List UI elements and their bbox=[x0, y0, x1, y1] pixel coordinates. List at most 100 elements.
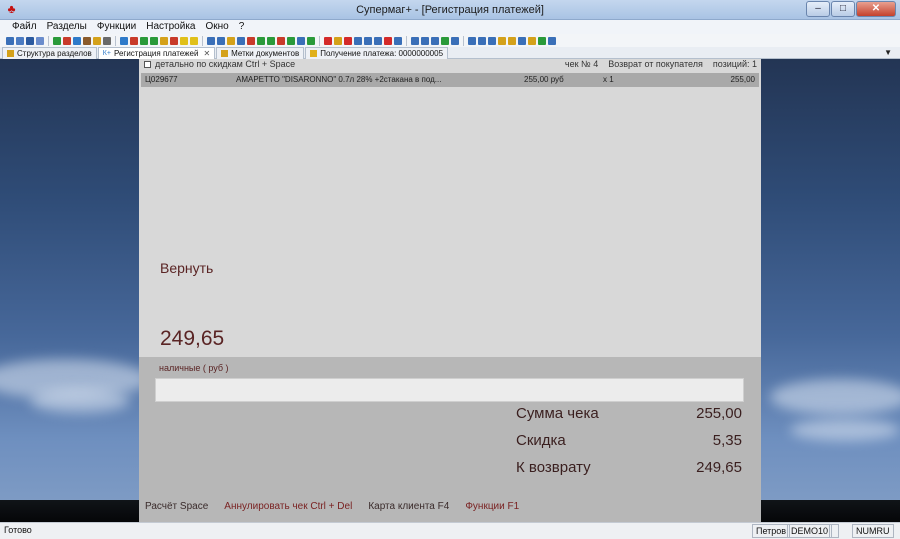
toolbar-button-icon[interactable] bbox=[83, 36, 91, 45]
toolbar-button-icon[interactable] bbox=[307, 36, 315, 45]
toolbar-button-icon[interactable] bbox=[93, 36, 101, 45]
toolbar-button-icon[interactable] bbox=[518, 36, 526, 45]
title-bar: ♣ Супермаг+ - [Регистрация платежей] – □… bbox=[0, 0, 900, 20]
maximize-button[interactable]: □ bbox=[831, 1, 855, 17]
hotkey-bar: Расчёт Space Аннулировать чек Ctrl + Del… bbox=[139, 499, 761, 515]
menu-functions[interactable]: Функции bbox=[93, 20, 140, 34]
discount-value: 5,35 bbox=[712, 432, 742, 449]
toolbar-button-icon[interactable] bbox=[364, 36, 372, 45]
item-price: 255,00 руб bbox=[524, 75, 564, 84]
toolbar-button-icon[interactable] bbox=[468, 36, 476, 45]
item-name: AMAPETTO "DISARONNO" 0.7л 28% +2стакана … bbox=[236, 75, 442, 84]
toolbar-button-icon[interactable] bbox=[36, 36, 44, 45]
toolbar-button-icon[interactable] bbox=[73, 36, 81, 45]
discount-detail-label[interactable]: детально по скидкам Ctrl + Space bbox=[155, 59, 295, 70]
toolbar-separator bbox=[202, 35, 203, 46]
tab-document-marks[interactable]: Метки документов bbox=[216, 47, 305, 59]
item-sum: 255,00 bbox=[730, 75, 755, 84]
payment-panel: детально по скидкам Ctrl + Space чек № 4… bbox=[139, 59, 761, 522]
toolbar-button-icon[interactable] bbox=[287, 36, 295, 45]
toolbar-button-icon[interactable] bbox=[374, 36, 382, 45]
marks-icon bbox=[221, 50, 229, 57]
toolbar-button-icon[interactable] bbox=[53, 36, 61, 45]
toolbar-button-icon[interactable] bbox=[26, 36, 34, 45]
toolbar-button-icon[interactable] bbox=[237, 36, 245, 45]
menu-settings[interactable]: Настройка bbox=[142, 20, 199, 34]
toolbar-button-icon[interactable] bbox=[160, 36, 168, 45]
minimize-button[interactable]: – bbox=[806, 1, 830, 17]
window-controls: – □ ✕ bbox=[806, 1, 896, 17]
toolbar-button-icon[interactable] bbox=[217, 36, 225, 45]
close-tab-icon[interactable]: ✕ bbox=[203, 48, 210, 59]
toolbar-button-icon[interactable] bbox=[207, 36, 215, 45]
toolbar-button-icon[interactable] bbox=[277, 36, 285, 45]
refund-label: К возврату bbox=[516, 459, 591, 476]
toolbar-button-icon[interactable] bbox=[508, 36, 516, 45]
receipt-item-row[interactable]: Ц029677 AMAPETTO "DISARONNO" 0.7л 28% +2… bbox=[141, 73, 759, 87]
toolbar-button-icon[interactable] bbox=[354, 36, 362, 45]
action-amount: 249,65 bbox=[160, 327, 225, 350]
toolbar-button-icon[interactable] bbox=[6, 36, 14, 45]
toolbar-button-icon[interactable] bbox=[190, 36, 198, 45]
toolbar-button-icon[interactable] bbox=[297, 36, 305, 45]
document-tabs: Структура разделов К+ Регистрация платеж… bbox=[0, 47, 900, 59]
toolbar-button-icon[interactable] bbox=[441, 36, 449, 45]
receipt-number: чек № 4 bbox=[564, 59, 599, 69]
toolbar-button-icon[interactable] bbox=[247, 36, 255, 45]
toolbar-button-icon[interactable] bbox=[498, 36, 506, 45]
functions-button[interactable]: Функции F1 bbox=[465, 499, 519, 515]
tab-payment-receipt[interactable]: Получение платежа: 0000000005 bbox=[305, 47, 449, 59]
toolbar-button-icon[interactable] bbox=[103, 36, 111, 45]
toolbar-button-icon[interactable] bbox=[548, 36, 556, 45]
payment-amount-input[interactable] bbox=[155, 378, 744, 402]
toolbar-button-icon[interactable] bbox=[63, 36, 71, 45]
toolbar-separator bbox=[319, 35, 320, 46]
toolbar-button-icon[interactable] bbox=[170, 36, 178, 45]
toolbar-button-icon[interactable] bbox=[334, 36, 342, 45]
toolbar-button-icon[interactable] bbox=[394, 36, 402, 45]
toolbar-button-icon[interactable] bbox=[180, 36, 188, 45]
folder-icon bbox=[7, 50, 14, 57]
tab-sections-structure[interactable]: Структура разделов bbox=[2, 47, 97, 59]
status-bar: Готово Петров DEMO10 NUMRU bbox=[0, 522, 900, 539]
menu-help[interactable]: ? bbox=[235, 20, 249, 34]
cancel-receipt-button[interactable]: Аннулировать чек Ctrl + Del bbox=[224, 499, 352, 515]
operation-type: Возврат от покупателя bbox=[608, 59, 703, 69]
menu-sections[interactable]: Разделы bbox=[43, 20, 91, 34]
close-button[interactable]: ✕ bbox=[856, 1, 896, 17]
payment-area: наличные ( руб ) Сумма чека 255,00 Скидк… bbox=[139, 357, 761, 522]
menu-window[interactable]: Окно bbox=[201, 20, 232, 34]
toolbar-button-icon[interactable] bbox=[257, 36, 265, 45]
toolbar-button-icon[interactable] bbox=[528, 36, 536, 45]
toolbar-button-icon[interactable] bbox=[324, 36, 332, 45]
toolbar-button-icon[interactable] bbox=[130, 36, 138, 45]
tabs-dropdown-icon[interactable]: ▼ bbox=[884, 47, 892, 58]
item-code: Ц029677 bbox=[145, 75, 178, 84]
status-user: Петров bbox=[752, 524, 791, 538]
menu-file[interactable]: Файл bbox=[8, 20, 41, 34]
client-card-button[interactable]: Карта клиента F4 bbox=[368, 499, 449, 515]
toolbar-button-icon[interactable] bbox=[16, 36, 24, 45]
toolbar-button-icon[interactable] bbox=[140, 36, 148, 45]
toolbar-button-icon[interactable] bbox=[411, 36, 419, 45]
tab-payment-registration[interactable]: К+ Регистрация платежей ✕ bbox=[97, 47, 216, 59]
status-keyboard: NUMRU bbox=[852, 524, 894, 538]
toolbar-button-icon[interactable] bbox=[227, 36, 235, 45]
toolbar-button-icon[interactable] bbox=[431, 36, 439, 45]
toolbar-separator bbox=[48, 35, 49, 46]
toolbar-button-icon[interactable] bbox=[150, 36, 158, 45]
calc-button[interactable]: Расчёт Space bbox=[145, 499, 208, 515]
toolbar-button-icon[interactable] bbox=[488, 36, 496, 45]
menu-bar: Файл Разделы Функции Настройка Окно ? bbox=[0, 20, 900, 34]
toolbar-button-icon[interactable] bbox=[267, 36, 275, 45]
refund-row: К возврату 249,65 bbox=[516, 459, 742, 479]
receipt-sum-label: Сумма чека bbox=[516, 405, 599, 422]
toolbar-button-icon[interactable] bbox=[120, 36, 128, 45]
toolbar-button-icon[interactable] bbox=[421, 36, 429, 45]
toolbar-button-icon[interactable] bbox=[384, 36, 392, 45]
toolbar-button-icon[interactable] bbox=[451, 36, 459, 45]
toolbar-button-icon[interactable] bbox=[478, 36, 486, 45]
toolbar-button-icon[interactable] bbox=[344, 36, 352, 45]
discount-detail-checkbox[interactable] bbox=[144, 61, 151, 68]
toolbar-button-icon[interactable] bbox=[538, 36, 546, 45]
